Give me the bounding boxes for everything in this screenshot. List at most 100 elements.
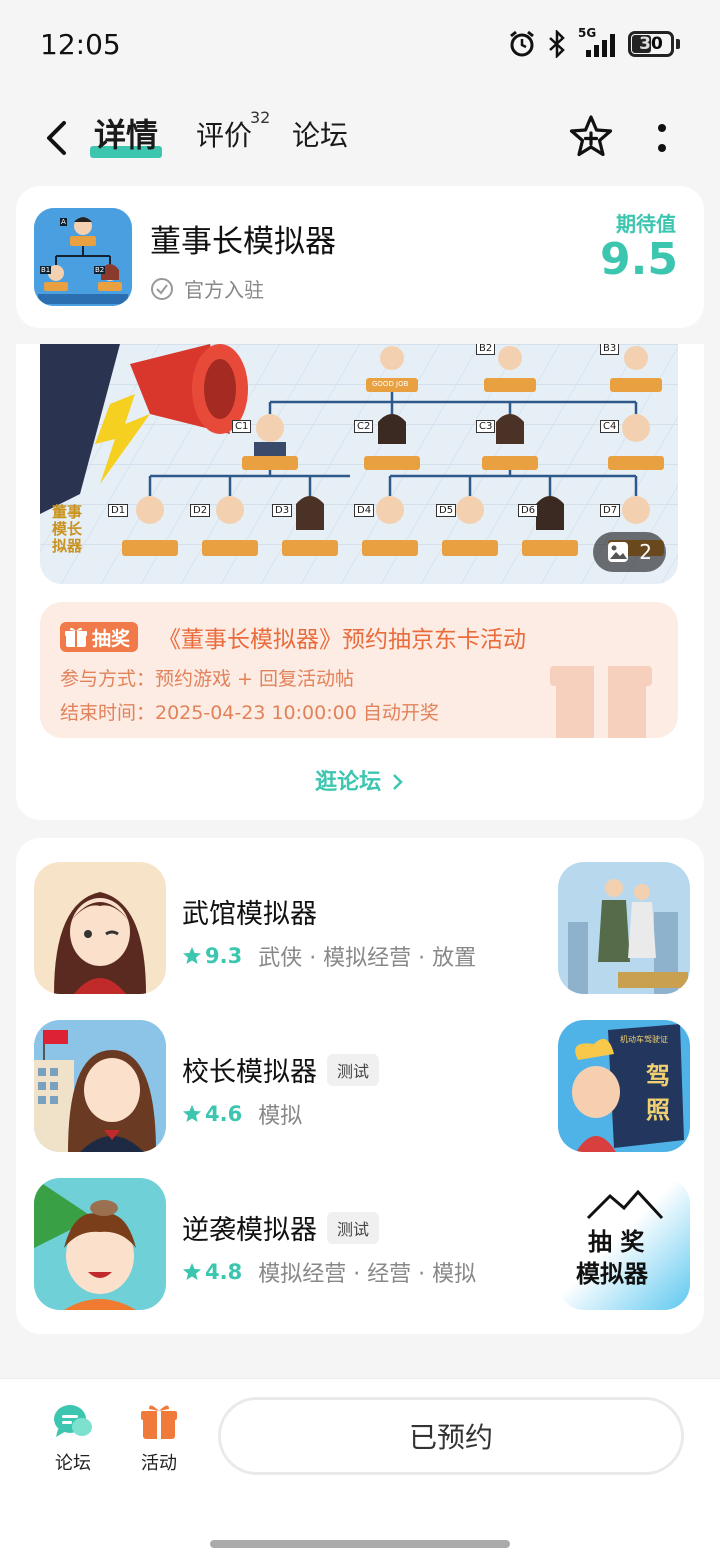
battery-level: 30 xyxy=(639,34,663,54)
star-icon xyxy=(183,1263,201,1280)
recommendation-list: 武馆模拟器 9.3 武侠 · 模拟经营 · 放置 校长模拟器 测试 4.6 模拟… xyxy=(16,838,704,1334)
signal-indicator: 5G xyxy=(578,26,618,58)
bottom-tab-label: 活动 xyxy=(141,1453,177,1474)
image-count: 2 xyxy=(639,540,652,564)
game-header-card: A B1 B2 董事长模拟器 官方入驻 期待值 9.5 xyxy=(16,186,704,328)
game-screenshot-thumb[interactable]: 抽 奖 模拟器 xyxy=(558,1178,690,1310)
node-label: B2 xyxy=(476,344,496,355)
node-label: D1 xyxy=(108,504,129,517)
node-label: D2 xyxy=(190,504,211,517)
game-screenshot-thumb[interactable]: 机动车驾驶证 驾 照 xyxy=(558,1020,690,1152)
browse-forum-label: 逛论坛 xyxy=(315,770,382,795)
node-label: C3 xyxy=(476,420,496,433)
chat-bubble-icon xyxy=(54,1405,92,1437)
image-icon xyxy=(608,542,629,562)
bottom-tab-forum[interactable]: 论坛 xyxy=(38,1401,108,1475)
game-screenshot-thumb[interactable] xyxy=(558,862,690,994)
node-label: D4 xyxy=(354,504,375,517)
top-nav: 详情 评价 32 论坛 xyxy=(0,100,720,176)
bluetooth-icon xyxy=(549,30,565,58)
game-name: 校长模拟器 测试 xyxy=(182,1050,380,1089)
review-count-badge: 32 xyxy=(250,108,271,127)
tab-reviews[interactable]: 评价 xyxy=(196,114,252,154)
star-icon xyxy=(183,1105,201,1122)
star-plus-icon xyxy=(569,115,613,157)
lottery-method: 参与方式：预约游戏 + 回复活动帖 xyxy=(60,668,354,690)
thumb-text: 机动车驾驶证 xyxy=(620,1035,668,1044)
game-genres: 武侠 · 模拟经营 · 放置 xyxy=(258,946,477,971)
game-icon xyxy=(34,862,166,994)
gift-icon xyxy=(141,1405,177,1439)
status-time: 12:05 xyxy=(40,28,121,61)
game-genres: 模拟 xyxy=(258,1104,303,1129)
chevron-left-icon xyxy=(47,121,66,155)
alarm-icon xyxy=(510,30,534,57)
game-title: 董事长模拟器 xyxy=(150,224,336,260)
thumb-text: 抽 奖 xyxy=(588,1227,645,1256)
game-name: 武馆模拟器 xyxy=(182,899,317,930)
image-count-badge[interactable]: 2 xyxy=(593,532,666,572)
home-indicator[interactable] xyxy=(210,1540,510,1548)
status-icons: 5G 30 xyxy=(508,26,680,58)
node-label: C1 xyxy=(232,420,252,433)
game-icon xyxy=(34,1178,166,1310)
node-label: C4 xyxy=(600,420,620,433)
reserved-button[interactable]: 已预约 xyxy=(218,1397,684,1475)
list-item[interactable]: 逆袭模拟器 测试 4.8 模拟经营 · 经营 · 模拟 抽 奖 模拟器 xyxy=(16,1178,704,1312)
game-meta: 4.8 模拟经营 · 经营 · 模拟 xyxy=(182,1256,476,1288)
nameplate: GOOD JOB xyxy=(372,380,409,388)
game-icon xyxy=(34,1020,166,1152)
rating: 4.6 xyxy=(182,1102,242,1126)
node-label: B3 xyxy=(600,344,620,355)
thumb-text: 照 xyxy=(646,1096,670,1124)
icon-badge: B2 xyxy=(94,266,106,274)
list-item[interactable]: 武馆模拟器 9.3 武侠 · 模拟经营 · 放置 xyxy=(16,862,704,996)
bottom-action-bar: 论坛 活动 已预约 xyxy=(0,1378,720,1563)
thumb-text: 驾 xyxy=(646,1062,670,1090)
node-label: C2 xyxy=(354,420,374,433)
game-meta: 9.3 武侠 · 模拟经营 · 放置 xyxy=(182,940,476,972)
icon-badge: B1 xyxy=(40,266,52,274)
browse-forum-link[interactable]: 逛论坛 xyxy=(16,764,704,796)
signal-icon xyxy=(586,34,615,57)
more-dot-icon xyxy=(658,124,666,132)
game-meta: 4.6 模拟 xyxy=(182,1098,302,1130)
lottery-title: 《董事长模拟器》预约抽京东卡活动 xyxy=(158,627,526,653)
lottery-event-card[interactable]: 抽奖 《董事长模拟器》预约抽京东卡活动 参与方式：预约游戏 + 回复活动帖 结束… xyxy=(40,602,678,738)
expect-score: 9.5 xyxy=(600,234,678,285)
favorite-button[interactable] xyxy=(568,114,614,160)
official-text: 官方入驻 xyxy=(184,278,264,302)
test-tag: 测试 xyxy=(327,1211,380,1244)
bottom-tab-label: 论坛 xyxy=(55,1453,91,1474)
battery-icon: 30 xyxy=(628,31,674,57)
gift-watermark-icon xyxy=(550,666,652,738)
list-item[interactable]: 校长模拟器 测试 4.6 模拟 机动车驾驶证 驾 照 xyxy=(16,1020,704,1154)
forum-preview-card: B2 B3 C1 C2 C3 C4 D1 D2 D3 D4 D5 D6 D7 G… xyxy=(16,344,704,820)
chevron-right-icon xyxy=(392,774,403,790)
banner-side-title: 董事模长拟器 xyxy=(52,503,83,555)
thumb-text: 模拟器 xyxy=(576,1259,648,1288)
node-label: D6 xyxy=(518,504,539,517)
game-icon[interactable]: A B1 B2 xyxy=(34,208,132,306)
icon-badge: A xyxy=(60,218,67,226)
tab-forum[interactable]: 论坛 xyxy=(292,114,348,154)
screenshot-banner[interactable]: B2 B3 C1 C2 C3 C4 D1 D2 D3 D4 D5 D6 D7 G… xyxy=(40,344,678,584)
game-genres: 模拟经营 · 经营 · 模拟 xyxy=(258,1262,477,1287)
back-button[interactable] xyxy=(36,116,76,160)
node-label: D7 xyxy=(600,504,621,517)
tab-details[interactable]: 详情 xyxy=(94,110,158,156)
lottery-tag-text: 抽奖 xyxy=(92,627,131,650)
expect-label: 期待值 xyxy=(616,212,676,236)
more-options-button[interactable] xyxy=(650,120,674,156)
check-circle-icon xyxy=(151,277,173,300)
node-label: D3 xyxy=(272,504,293,517)
rating: 9.3 xyxy=(182,944,242,968)
node-label: D5 xyxy=(436,504,457,517)
bottom-tab-activity[interactable]: 活动 xyxy=(124,1401,194,1475)
test-tag: 测试 xyxy=(327,1053,380,1086)
lottery-end-time: 结束时间：2025-04-23 10:00:00 自动开奖 xyxy=(60,702,439,724)
gift-icon xyxy=(65,627,87,647)
more-dot-icon xyxy=(658,144,666,152)
star-icon xyxy=(183,947,201,964)
game-name: 逆袭模拟器 测试 xyxy=(182,1208,380,1247)
